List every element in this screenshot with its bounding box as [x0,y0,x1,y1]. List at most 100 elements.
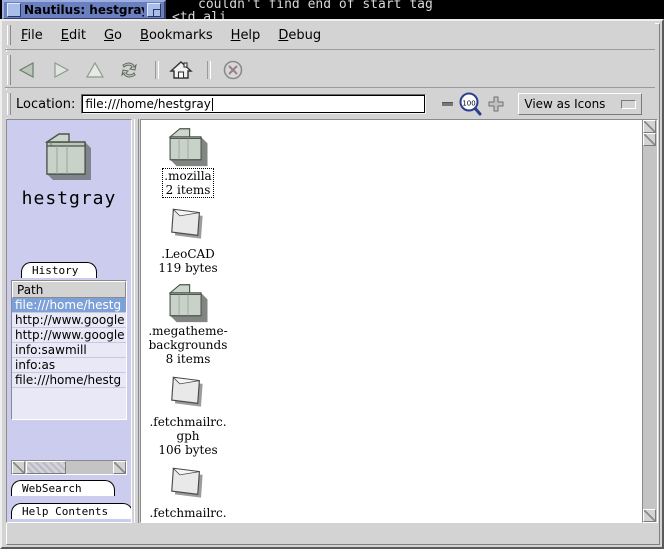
menu-bookmarks-rest: ookmarks [148,27,213,43]
window-menu-button[interactable] [7,3,21,17]
sidebar-tab-history[interactable]: History [21,262,97,278]
zoom-in-icon[interactable] [488,96,504,112]
main-vertical-scrollbar[interactable] [642,119,658,523]
icon-grid: .mozilla 2 items .LeoCAD 119 bytes .mega… [141,122,253,523]
file-item-label: .fetchmailrc. gph 106 bytes [149,415,226,457]
history-row[interactable]: file:///home/hestg [12,298,126,313]
zoom-control: 100 [440,92,504,116]
window-maximize-button[interactable] [147,3,161,17]
location-label: Location: [16,96,76,112]
file-item-label: .LeoCAD 119 bytes [158,247,217,275]
menu-debug[interactable]: Debug [269,26,330,45]
file-item[interactable]: .fetchmailrc. gph 106 bytes [141,369,243,457]
location-input[interactable]: file:///home/hestgray [81,94,427,114]
menu-go-rest: o [114,27,123,43]
reload-button[interactable] [114,56,144,84]
file-item-label: .fetchmailrc. old [149,506,226,523]
file-item-name-2: backgrounds [148,338,228,352]
toolbar-grip[interactable] [5,52,12,88]
scrollbar-thumb[interactable] [26,461,66,474]
nautilus-window: Nautilus: hestgray File Edit Go Bookmark… [0,0,664,549]
zoom-out-icon[interactable] [440,98,454,110]
menu-file[interactable]: File [12,26,52,45]
file-item-name: .megatheme- [148,324,228,338]
up-arrow-icon [85,61,105,79]
stop-icon [222,59,244,81]
content-area: hestgray History Path file:///home/hestg… [6,119,654,523]
history-list[interactable]: Path file:///home/hestg http://www.googl… [11,280,127,420]
scroll-down-arrow-icon[interactable] [643,509,656,522]
scroll-up-arrow-icon[interactable] [643,120,656,133]
document-icon [162,369,214,415]
document-icon [162,201,214,247]
file-item-label: .mozilla 2 items [162,168,214,198]
file-item-name: .LeoCAD [161,247,215,261]
back-arrow-icon [17,61,37,79]
window-titlebar[interactable]: Nautilus: hestgray [2,0,166,20]
document-icon [162,460,214,506]
menu-edit-rest: dit [69,27,86,43]
scroll-left-arrow-icon[interactable] [12,461,25,474]
folder-icon [162,278,214,324]
menu-go[interactable]: Go [95,26,131,45]
file-item-detail: 119 bytes [158,261,218,275]
home-icon [169,59,193,81]
file-item[interactable]: .LeoCAD 119 bytes [141,201,243,275]
history-row[interactable]: info:as [12,358,126,373]
file-item-detail: 106 bytes [158,443,218,457]
menu-debug-rest: ebug [288,27,322,43]
menu-help-rest: elp [240,27,261,43]
history-column-header: Path [12,281,126,298]
scroll-right-arrow-icon[interactable] [113,461,126,474]
back-button[interactable] [12,56,42,84]
zoom-level-indicator[interactable]: 100 [457,92,483,116]
menu-file-rest: ile [27,27,43,43]
forward-arrow-icon [51,61,71,79]
reload-icon [118,60,140,80]
window-title: Nautilus: hestgray [24,3,144,17]
file-item-name-2: old [149,521,226,523]
stop-button[interactable] [218,56,248,84]
folder-icon [162,122,214,168]
history-row[interactable]: file:///home/hestg [12,373,126,388]
history-row[interactable]: http://www.google [12,328,126,343]
file-item[interactable]: .mozilla 2 items [141,122,243,198]
menu-bookmarks[interactable]: Bookmarks [131,26,222,45]
history-row[interactable]: http://www.google [12,313,126,328]
menubar-grip[interactable] [5,22,12,48]
view-as-selector[interactable]: View as Icons [518,93,643,115]
home-button[interactable] [166,56,196,84]
menubar: File Edit Go Bookmarks Help Debug [5,22,655,48]
history-horizontal-scrollbar[interactable] [11,460,127,475]
toolbar-separator-1 [155,61,159,79]
location-input-value: file:///home/hestgray [85,97,211,111]
sidebar-folder-title: hestgray [21,188,117,209]
location-bar: Location: file:///home/hestgray 100 View… [5,90,655,118]
menu-help[interactable]: Help [222,26,270,45]
view-as-indicator-icon [621,99,637,109]
scrollbar-track[interactable] [643,146,657,509]
file-item[interactable]: .megatheme- backgrounds 8 items [141,278,243,366]
icon-view-pane[interactable]: .mozilla 2 items .LeoCAD 119 bytes .mega… [140,119,654,523]
menu-edit[interactable]: Edit [52,26,95,45]
scrollbar-track[interactable] [66,461,113,474]
toolbar-separator-2 [207,61,211,79]
file-item-detail: 8 items [165,352,211,366]
sidebar: hestgray History Path file:///home/hestg… [6,119,132,523]
forward-button[interactable] [46,56,76,84]
file-item[interactable]: .fetchmailrc. old [141,460,243,523]
file-item-name-2: gph [176,429,200,443]
file-item-detail: 2 items [165,183,211,197]
up-button[interactable] [80,56,110,84]
scroll-up-arrow-icon-2[interactable] [643,133,656,146]
sidebar-tab-websearch[interactable]: WebSearch [11,480,115,496]
sidebar-header: hestgray [7,120,131,270]
file-item-name: .mozilla [164,169,212,183]
zoom-level-text: 100 [463,100,476,108]
pane-splitter[interactable] [132,119,140,523]
sidebar-tab-help-contents[interactable]: Help Contents [11,503,131,519]
screen: couldn't find end of start tag <td ali N… [0,0,664,549]
toolbar [5,52,655,88]
locationbar-grip[interactable] [5,90,12,118]
history-row[interactable]: info:sawmill [12,343,126,358]
